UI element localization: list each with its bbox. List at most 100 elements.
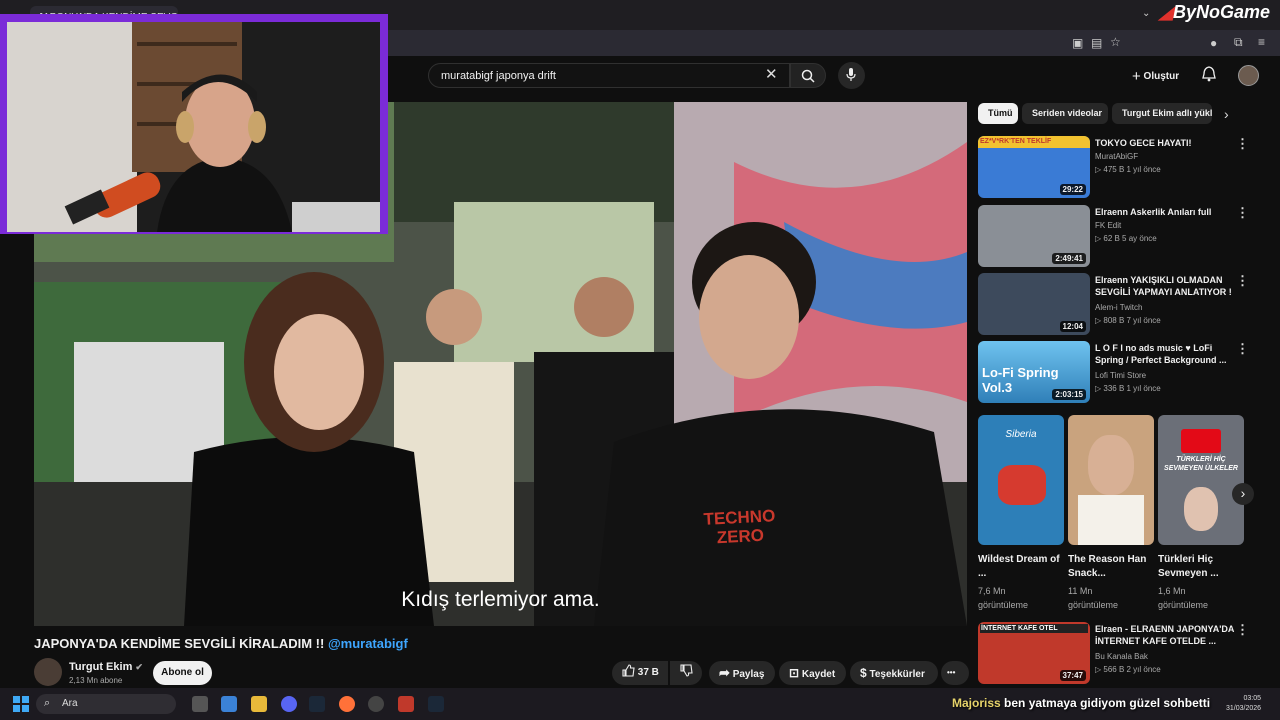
title-mention-link[interactable]: @muratabigf: [328, 636, 408, 651]
short-title[interactable]: Wildest Dream of ...: [978, 553, 1062, 581]
recommendation-meta: ▷ 566 B 2 yıl önce: [1095, 665, 1161, 674]
recommendation-item[interactable]: EZ*V*RK'TEN TEKLİF 29:22 TOKYO GECE HAYAT…: [978, 136, 1256, 198]
more-options-icon[interactable]: ⋮: [1236, 341, 1249, 357]
thumb-text: TÜRKLERİ HİÇ SEVMEYEN ÜLKELER: [1164, 456, 1238, 472]
obs-icon[interactable]: [368, 696, 384, 712]
chip-all[interactable]: Tümü: [978, 103, 1018, 124]
recommendation-item[interactable]: İNTERNET KAFE OTEL 37:47 Elraen - ELRAENN…: [978, 622, 1256, 684]
chevron-right-icon[interactable]: ›: [1224, 106, 1229, 122]
more-options-icon[interactable]: ⋮: [1236, 273, 1249, 289]
clock-date: 31/03/2026: [1226, 705, 1262, 712]
taskbar-search[interactable]: ⌕ Ara: [36, 694, 176, 714]
create-button[interactable]: + Oluştur: [1124, 63, 1190, 87]
chevron-right-icon: ›: [1240, 485, 1246, 501]
task-view-icon[interactable]: [192, 696, 208, 712]
account-avatar[interactable]: [1238, 65, 1259, 86]
short-title[interactable]: Türkleri Hiç Sevmeyen ...: [1158, 553, 1242, 581]
map-shape: [998, 465, 1046, 505]
chat-text: ben yatmaya gidiyom güzel sohbetti: [1004, 696, 1211, 710]
more-actions-button[interactable]: •••: [941, 661, 969, 685]
copilot-icon[interactable]: [221, 696, 237, 712]
recommendation-channel[interactable]: MuratAbiGF: [1095, 152, 1138, 161]
plus-icon: +: [1132, 68, 1141, 85]
like-button[interactable]: 37 B: [612, 661, 668, 685]
channel-avatar[interactable]: [34, 658, 62, 686]
shirt-shape: [1078, 495, 1144, 545]
verified-icon: ✔: [135, 662, 143, 672]
recommendation-title[interactable]: L O F I no ads music ♥ LoFi Spring / Per…: [1095, 342, 1235, 366]
more-options-icon[interactable]: ⋮: [1236, 622, 1249, 638]
flag-shape: [1181, 429, 1221, 453]
search-icon: ⌕: [44, 697, 51, 709]
subscribe-button[interactable]: Abone ol: [153, 661, 212, 685]
video-title-text: JAPONYA'DA KENDİME SEVGİLİ KİRALADIM !!: [34, 636, 325, 651]
channel-name-text: Turgut Ekim: [69, 661, 133, 673]
short-title[interactable]: The Reason Han Snack...: [1068, 553, 1152, 581]
subscriber-count: 2,13 Mn abone: [69, 676, 123, 685]
recommendation-thumbnail[interactable]: EZ*V*RK'TEN TEKLİF 29:22: [978, 136, 1090, 198]
shirt-print-line-1: TECHNO: [703, 506, 776, 529]
short-views-label: görüntüleme: [1158, 600, 1209, 610]
save-icon: ⊡: [789, 666, 800, 680]
recommendation-channel[interactable]: Lofi Timi Store: [1095, 371, 1146, 380]
recommendation-thumbnail[interactable]: 12:04: [978, 273, 1090, 335]
stream-brand-logo: ◢ByNoGame: [1159, 2, 1270, 23]
extensions-icon[interactable]: ⧉: [1234, 35, 1243, 50]
voice-search-button[interactable]: [838, 62, 865, 89]
short-views-count: 11 Mn: [1068, 586, 1093, 596]
app-icon[interactable]: [398, 696, 414, 712]
brand-mark: ◢: [1159, 2, 1173, 22]
recommendation-meta: ▷ 808 B 7 yıl önce: [1095, 316, 1161, 325]
shorts-next-button[interactable]: ›: [1232, 483, 1254, 505]
steam-icon[interactable]: [309, 696, 325, 712]
chip-uploads[interactable]: Turgut Ekim adlı yükle: [1112, 103, 1212, 124]
channel-name-link[interactable]: Turgut Ekim ✔: [69, 661, 143, 673]
recommendation-thumbnail[interactable]: İNTERNET KAFE OTEL 37:47: [978, 622, 1090, 684]
recommendation-thumbnail[interactable]: Lo-Fi Spring Vol.3 2:03:15: [978, 341, 1090, 403]
save-button[interactable]: ⊡ Kaydet: [779, 661, 846, 685]
share-label: Paylaş: [732, 669, 765, 680]
share-icon: ➦: [719, 665, 730, 680]
recommendation-title[interactable]: Elraenn Askerlik Anıları full: [1095, 206, 1235, 218]
duration-badge: 2:03:15: [1052, 389, 1086, 400]
screenshot-icon[interactable]: ▣: [1072, 36, 1083, 50]
recommendation-item[interactable]: 12:04 Elraenn YAKIŞIKLI OLMADAN SEVGİLİ …: [978, 273, 1256, 335]
search-input[interactable]: muratabigf japonya drift: [428, 63, 790, 88]
tab-list-icon[interactable]: ⌄: [1142, 8, 1150, 19]
bookmark-star-icon[interactable]: ☆: [1110, 35, 1121, 49]
chat-username: Majoriss: [952, 696, 1001, 710]
dislike-button[interactable]: [670, 661, 702, 685]
recommendation-title[interactable]: Elraenn YAKIŞIKLI OLMADAN SEVGİLİ YAPMAY…: [1095, 274, 1235, 298]
more-options-icon[interactable]: ⋮: [1236, 136, 1249, 152]
recommendation-channel[interactable]: Bu Kanala Bak: [1095, 652, 1148, 661]
discord-icon[interactable]: [281, 696, 297, 712]
recommendation-channel[interactable]: FK Edit: [1095, 221, 1121, 230]
recommendation-item[interactable]: Lo-Fi Spring Vol.3 2:03:15 L O F I no ads…: [978, 341, 1256, 403]
more-options-icon[interactable]: ⋮: [1236, 205, 1249, 221]
menu-icon[interactable]: ≡: [1258, 35, 1265, 49]
recommendation-item[interactable]: 2:49:41 Elraenn Askerlik Anıları full FK…: [978, 205, 1256, 267]
search-icon: [801, 69, 815, 83]
recommendation-channel[interactable]: Alem-i Twitch: [1095, 303, 1142, 312]
account-icon[interactable]: ●: [1210, 36, 1217, 50]
clock-time: 03:05: [1243, 695, 1262, 702]
clear-search-icon[interactable]: ✕: [765, 65, 778, 83]
thanks-button[interactable]: $ Teşekkürler: [850, 661, 938, 685]
chip-series[interactable]: Seriden videolar: [1022, 103, 1108, 124]
short-thumbnail[interactable]: TÜRKLERİ HİÇ SEVMEYEN ÜLKELER: [1158, 415, 1244, 545]
file-explorer-icon[interactable]: [251, 696, 267, 712]
recommendation-title[interactable]: Elraen - ELRAENN JAPONYA'DA İNTERNET KAF…: [1095, 623, 1235, 647]
steam-client-icon[interactable]: [428, 696, 444, 712]
notifications-button[interactable]: [1202, 66, 1216, 87]
short-thumbnail[interactable]: Siberia: [978, 415, 1064, 545]
recommendation-title[interactable]: TOKYO GECE HAYATI!: [1095, 137, 1235, 149]
share-button[interactable]: ➦ Paylaş: [709, 661, 775, 685]
reader-icon[interactable]: ▤: [1091, 36, 1102, 50]
short-thumbnail[interactable]: [1068, 415, 1154, 545]
recommendation-thumbnail[interactable]: 2:49:41: [978, 205, 1090, 267]
windows-icon[interactable]: [13, 696, 29, 712]
bell-icon: [1202, 66, 1216, 82]
search-button[interactable]: [790, 63, 826, 88]
firefox-icon[interactable]: [339, 696, 355, 712]
taskbar-clock[interactable]: 03:05 31/03/2026: [1226, 694, 1261, 714]
